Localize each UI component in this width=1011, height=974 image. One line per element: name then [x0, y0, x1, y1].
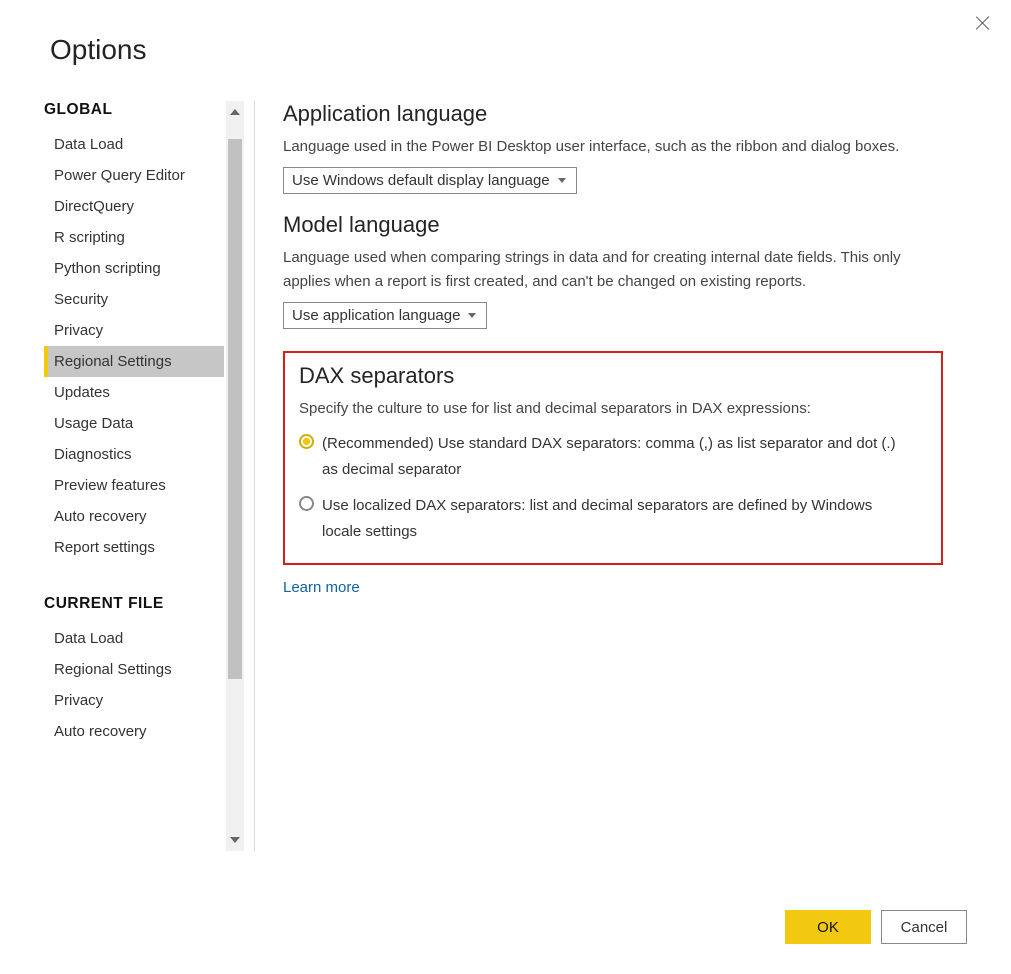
- sidebar-item-current-data-load[interactable]: Data Load: [44, 623, 224, 654]
- sidebar-scrollbar[interactable]: [226, 101, 244, 851]
- chevron-down-icon: [468, 313, 476, 318]
- application-language-select[interactable]: Use Windows default display language: [283, 167, 577, 194]
- close-icon[interactable]: [973, 14, 991, 32]
- sidebar-item-current-privacy[interactable]: Privacy: [44, 685, 224, 716]
- dax-radio-localized[interactable]: Use localized DAX separators: list and d…: [299, 493, 927, 545]
- sidebar-item-current-auto-recovery[interactable]: Auto recovery: [44, 716, 224, 747]
- sidebar-header-current-file: CURRENT FILE: [44, 595, 224, 613]
- sidebar-item-preview-features[interactable]: Preview features: [44, 470, 224, 501]
- application-language-heading: Application language: [283, 101, 943, 127]
- sidebar-item-updates[interactable]: Updates: [44, 377, 224, 408]
- dax-separators-highlight: DAX separators Specify the culture to us…: [283, 351, 943, 565]
- sidebar-item-privacy[interactable]: Privacy: [44, 315, 224, 346]
- sidebar-item-diagnostics[interactable]: Diagnostics: [44, 439, 224, 470]
- model-language-value: Use application language: [292, 307, 460, 324]
- sidebar-header-global: GLOBAL: [44, 101, 224, 119]
- sidebar-item-report-settings[interactable]: Report settings: [44, 532, 224, 563]
- radio-icon: [299, 496, 314, 511]
- sidebar-item-power-query-editor[interactable]: Power Query Editor: [44, 160, 224, 191]
- cancel-button[interactable]: Cancel: [881, 910, 967, 944]
- model-language-description: Language used when comparing strings in …: [283, 246, 943, 294]
- application-language-description: Language used in the Power BI Desktop us…: [283, 135, 943, 159]
- scrollbar-thumb[interactable]: [228, 139, 242, 679]
- sidebar-item-python-scripting[interactable]: Python scripting: [44, 253, 224, 284]
- settings-pane: Application language Language used in th…: [283, 101, 943, 851]
- model-language-heading: Model language: [283, 212, 943, 238]
- sidebar-item-data-load[interactable]: Data Load: [44, 129, 224, 160]
- sidebar-item-usage-data[interactable]: Usage Data: [44, 408, 224, 439]
- sidebar-item-current-regional-settings[interactable]: Regional Settings: [44, 654, 224, 685]
- scroll-arrow-up-icon[interactable]: [226, 101, 244, 123]
- learn-more-link[interactable]: Learn more: [283, 579, 360, 596]
- sidebar-item-security[interactable]: Security: [44, 284, 224, 315]
- sidebar-item-r-scripting[interactable]: R scripting: [44, 222, 224, 253]
- sidebar-item-directquery[interactable]: DirectQuery: [44, 191, 224, 222]
- sidebar: GLOBAL Data LoadPower Query EditorDirect…: [44, 101, 224, 851]
- dax-radio-standard-label: (Recommended) Use standard DAX separator…: [322, 431, 902, 483]
- vertical-divider: [254, 101, 255, 851]
- model-language-select[interactable]: Use application language: [283, 302, 487, 329]
- ok-button[interactable]: OK: [785, 910, 871, 944]
- chevron-down-icon: [558, 178, 566, 183]
- scroll-arrow-down-icon[interactable]: [226, 829, 244, 851]
- dialog-title: Options: [0, 0, 1011, 66]
- sidebar-item-regional-settings[interactable]: Regional Settings: [44, 346, 224, 377]
- dax-separators-description: Specify the culture to use for list and …: [299, 397, 927, 421]
- application-language-value: Use Windows default display language: [292, 172, 550, 189]
- dax-radio-localized-label: Use localized DAX separators: list and d…: [322, 493, 902, 545]
- dax-radio-standard[interactable]: (Recommended) Use standard DAX separator…: [299, 431, 927, 483]
- dax-separators-heading: DAX separators: [299, 363, 927, 389]
- radio-icon: [299, 434, 314, 449]
- sidebar-item-auto-recovery[interactable]: Auto recovery: [44, 501, 224, 532]
